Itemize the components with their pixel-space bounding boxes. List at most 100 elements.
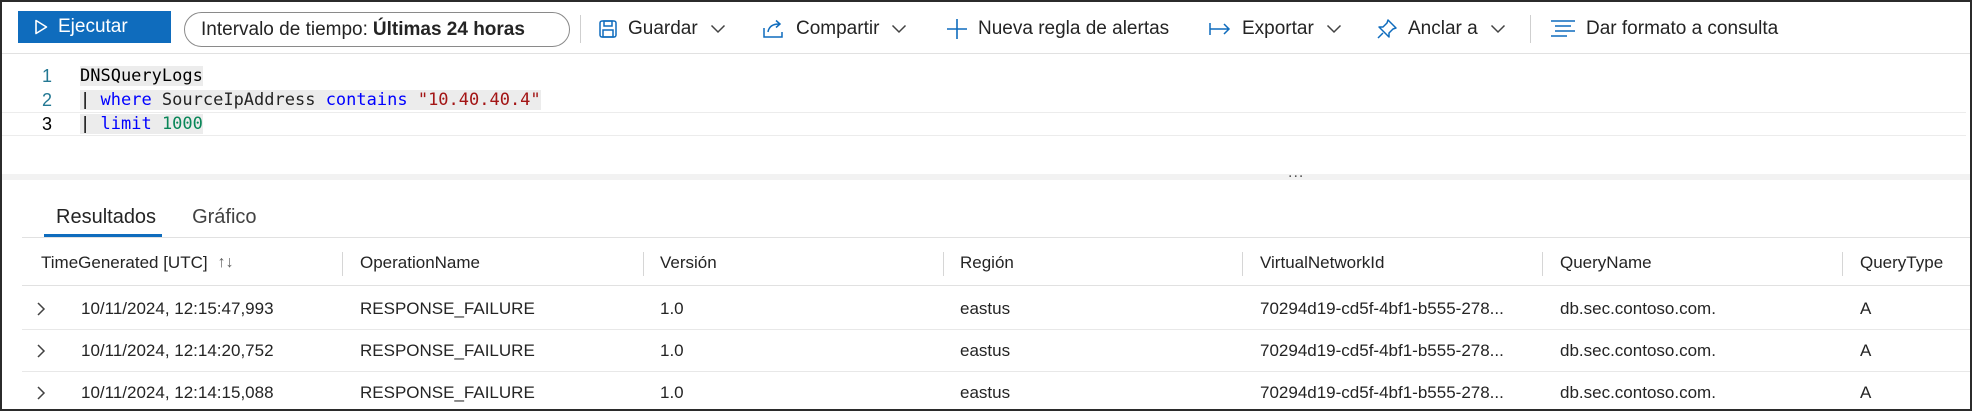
- line-number: 1: [42, 65, 53, 86]
- column-header-label: TimeGenerated [UTC]: [41, 253, 208, 272]
- column-resize-handle[interactable]: [1542, 252, 1543, 276]
- string-token: "10.40.40.4": [417, 90, 541, 110]
- cell-region: eastus: [960, 341, 1011, 360]
- editor-line: 1 DNSQueryLogs: [2, 64, 1970, 88]
- cell-querytype: A: [1860, 383, 1872, 402]
- table-token: DNSQueryLogs: [80, 66, 203, 86]
- cell-timegenerated: 10/11/2024, 12:14:15,088: [81, 383, 274, 402]
- keyword-token: limit: [100, 114, 152, 134]
- export-button[interactable]: Exportar: [1208, 10, 1342, 48]
- pin-to-label: Anclar a: [1408, 18, 1478, 39]
- editor-line: 3 | limit 1000: [2, 112, 1966, 136]
- tab-results[interactable]: Resultados: [22, 197, 170, 237]
- pane-splitter[interactable]: [2, 174, 1970, 180]
- cell-queryname: db.sec.contoso.com.: [1560, 299, 1716, 318]
- time-range-value: Últimas 24 horas: [372, 18, 525, 40]
- cell-queryname: db.sec.contoso.com.: [1560, 341, 1716, 360]
- cell-virtualnetworkid: 70294d19-cd5f-4bf1-b555-278...: [1260, 299, 1504, 318]
- cell-version: 1.0: [660, 383, 684, 402]
- tab-chart[interactable]: Gráfico: [170, 197, 270, 237]
- keyword-token: where: [100, 90, 152, 110]
- tabs-divider: [22, 237, 1970, 238]
- time-range-picker[interactable]: Intervalo de tiempo: Últimas 24 horas: [184, 12, 570, 47]
- pin-icon: [1377, 19, 1397, 39]
- column-resize-handle[interactable]: [1242, 252, 1243, 276]
- table-row[interactable]: 10/11/2024, 12:14:15,088 RESPONSE_FAILURE…: [22, 372, 1970, 411]
- cell-querytype: A: [1860, 341, 1872, 360]
- column-resize-handle[interactable]: [643, 252, 644, 276]
- tab-label: Resultados: [56, 205, 157, 228]
- new-alert-rule-label: Nueva regla de alertas: [978, 18, 1170, 39]
- cell-virtualnetworkid: 70294d19-cd5f-4bf1-b555-278...: [1260, 383, 1504, 402]
- column-header-operationname[interactable]: OperationName: [360, 240, 480, 286]
- cell-operationname: RESPONSE_FAILURE: [360, 383, 535, 402]
- chevron-down-icon: [1326, 24, 1341, 34]
- editor-line: 2 | where SourceIpAddress contains "10.4…: [2, 88, 1970, 112]
- column-header-label: Versión: [660, 253, 717, 272]
- chevron-down-icon: [1490, 24, 1505, 34]
- results-tabs: Resultados Gráfico: [22, 197, 271, 237]
- chevron-down-icon: [892, 24, 907, 34]
- code-line: DNSQueryLogs: [80, 66, 203, 86]
- column-resize-handle[interactable]: [342, 252, 343, 276]
- column-header-queryname[interactable]: QueryName: [1560, 240, 1652, 286]
- export-button-label: Exportar: [1242, 18, 1314, 39]
- chevron-right-icon[interactable]: [36, 330, 46, 372]
- table-row[interactable]: 10/11/2024, 12:14:20,752 RESPONSE_FAILURE…: [22, 330, 1970, 372]
- column-header-virtualnetworkid[interactable]: VirtualNetworkId: [1260, 240, 1384, 286]
- save-icon: [599, 20, 617, 38]
- column-header-label: QueryType: [1860, 253, 1944, 272]
- chevron-right-icon[interactable]: [36, 372, 46, 411]
- pipe-token: |: [80, 90, 91, 110]
- number-token: 1000: [161, 114, 203, 134]
- share-icon: [763, 19, 783, 38]
- column-header-timegenerated[interactable]: TimeGenerated [UTC] ↑↓: [41, 240, 234, 286]
- pin-to-button[interactable]: Anclar a: [1376, 10, 1506, 48]
- column-resize-handle[interactable]: [1842, 252, 1843, 276]
- operator-token: contains: [325, 90, 408, 110]
- format-query-label: Dar formato a consulta: [1586, 18, 1779, 39]
- share-button-label: Compartir: [796, 18, 880, 39]
- format-query-button[interactable]: Dar formato a consulta: [1550, 10, 1778, 48]
- code-line: | where SourceIpAddress contains "10.40.…: [80, 90, 541, 110]
- share-button[interactable]: Compartir: [762, 10, 907, 48]
- splitter-handle[interactable]: ...: [1288, 164, 1304, 182]
- new-alert-rule-button[interactable]: Nueva regla de alertas: [946, 10, 1169, 48]
- column-header-label: QueryName: [1560, 253, 1652, 272]
- cell-timegenerated: 10/11/2024, 12:14:20,752: [81, 341, 274, 360]
- table-header: TimeGenerated [UTC] ↑↓ OperationName Ver…: [22, 240, 1970, 286]
- cell-operationname: RESPONSE_FAILURE: [360, 299, 535, 318]
- run-button[interactable]: Ejecutar: [18, 11, 171, 43]
- time-range-label: Intervalo de tiempo:: [201, 18, 368, 40]
- chevron-down-icon: [710, 24, 725, 34]
- sort-icon[interactable]: ↑↓: [218, 254, 234, 272]
- toolbar-divider: [580, 15, 581, 43]
- line-number: 2: [42, 89, 53, 110]
- line-number: 3: [42, 113, 53, 134]
- query-toolbar: Ejecutar Intervalo de tiempo: Últimas 24…: [2, 2, 1970, 54]
- cell-version: 1.0: [660, 299, 684, 318]
- cell-timegenerated: 10/11/2024, 12:15:47,993: [81, 299, 274, 318]
- column-resize-handle[interactable]: [943, 252, 944, 276]
- table-row[interactable]: 10/11/2024, 12:15:47,993 RESPONSE_FAILURE…: [22, 288, 1970, 330]
- run-button-label: Ejecutar: [58, 16, 128, 37]
- plus-icon: [947, 19, 967, 39]
- cell-region: eastus: [960, 383, 1011, 402]
- tab-label: Gráfico: [192, 205, 257, 228]
- code-line: | limit 1000: [80, 114, 203, 134]
- column-header-label: Región: [960, 253, 1014, 272]
- export-arrow-icon: [1209, 23, 1231, 35]
- chevron-right-icon[interactable]: [36, 288, 46, 330]
- cell-querytype: A: [1860, 299, 1872, 318]
- cell-operationname: RESPONSE_FAILURE: [360, 341, 535, 360]
- query-editor[interactable]: 1 DNSQueryLogs 2 | where SourceIpAddress…: [2, 54, 1970, 174]
- column-header-label: VirtualNetworkId: [1260, 253, 1385, 272]
- column-header-version[interactable]: Versión: [660, 240, 717, 286]
- cell-version: 1.0: [660, 341, 684, 360]
- column-header-region[interactable]: Región: [960, 240, 1014, 286]
- cell-queryname: db.sec.contoso.com.: [1560, 383, 1716, 402]
- column-header-querytype[interactable]: QueryType: [1860, 240, 1943, 286]
- save-button-label: Guardar: [628, 18, 698, 39]
- save-button[interactable]: Guardar: [598, 10, 726, 48]
- toolbar-divider: [1530, 15, 1531, 43]
